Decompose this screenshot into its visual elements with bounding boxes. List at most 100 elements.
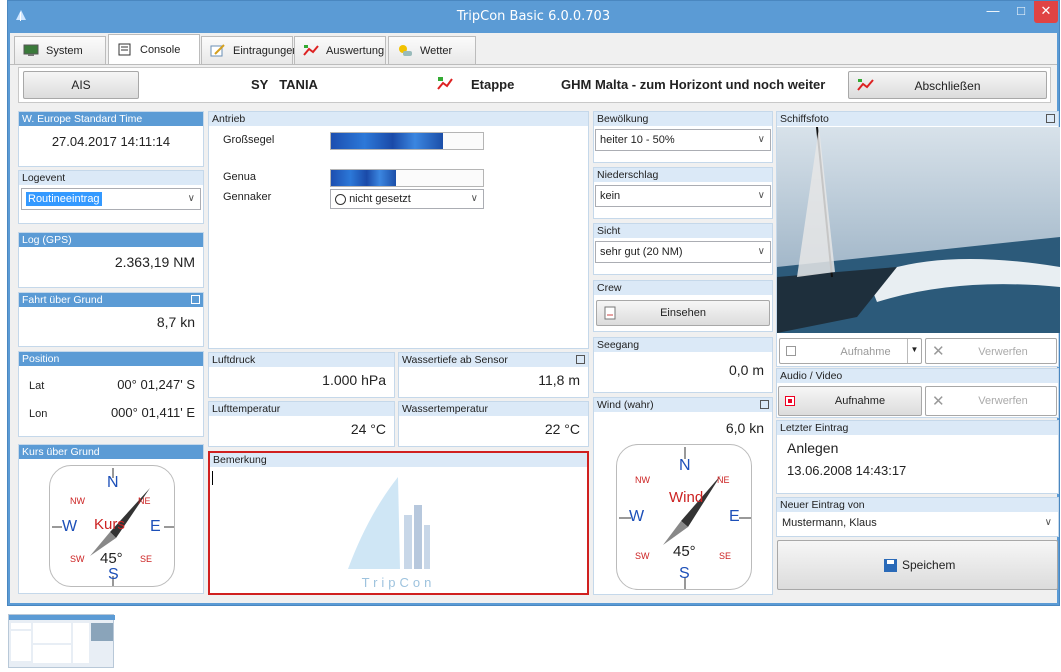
chevron-down-icon: ∨	[757, 190, 765, 201]
logevent-panel: Logevent Routineeintrag ∨	[18, 170, 204, 224]
av-verwerfen-button[interactable]: ✕ Verwerfen	[925, 386, 1057, 416]
wassertiefe-value: 11,8 m	[538, 372, 580, 388]
chevron-down-icon: ∨	[470, 193, 478, 204]
compass-e: E	[150, 518, 161, 535]
window-title: TripCon Basic 6.0.0.703	[456, 9, 611, 24]
tab-label: Eintragungen	[233, 44, 299, 57]
pin-icon[interactable]	[1046, 114, 1055, 123]
bemerkung-header: Bemerkung	[210, 453, 587, 467]
wind-panel: Wind (wahr) 6,0 kn N S W E NW NE SW SE W…	[593, 397, 773, 595]
pin-icon[interactable]	[191, 295, 200, 304]
crew-header: Crew	[594, 281, 772, 295]
schiffsfoto-title: Schiffsfoto	[780, 113, 829, 125]
monitor-icon	[23, 44, 39, 57]
wassertiefe-header: Wassertiefe ab Sensor	[399, 353, 588, 367]
compass-degrees: 45°	[100, 550, 123, 567]
app-window: TripCon Basic 6.0.0.703 — □ ✕ System Con…	[7, 0, 1060, 606]
schiffsfoto-panel: Schiffsfoto Aufnahme ▼ ✕ Verwerfen	[776, 111, 1060, 367]
gennaker-select[interactable]: nicht gesetzt ∨	[330, 189, 484, 209]
grosssegel-label: Großsegel	[223, 134, 275, 146]
compass-w: W	[62, 518, 78, 535]
weather-icon	[397, 44, 413, 57]
tab-wetter[interactable]: Wetter	[388, 36, 476, 64]
speichern-button[interactable]: Speichem	[777, 540, 1058, 590]
speichern-label: Speichem	[902, 558, 956, 572]
compass-sw: SW	[70, 554, 85, 564]
compass-e: E	[729, 508, 740, 525]
audio-video-header: Audio / Video	[777, 369, 1058, 383]
compass-center-label: Wind	[669, 489, 704, 506]
fahrt-header: Fahrt über Grund	[19, 293, 203, 307]
watermark-text: TripCon	[361, 575, 436, 590]
tab-label: Console	[140, 43, 181, 56]
compass-se: SE	[719, 551, 732, 561]
pin-icon[interactable]	[760, 400, 769, 409]
logevent-value: Routineeintrag	[26, 192, 102, 206]
tab-auswertung[interactable]: Auswertung	[294, 36, 386, 64]
logevent-select[interactable]: Routineeintrag ∨	[21, 188, 201, 210]
bewoelkung-select[interactable]: heiter 10 - 50% ∨	[595, 129, 771, 151]
minimize-button[interactable]: —	[980, 1, 1006, 23]
foto-aufnahme-button[interactable]: Aufnahme ▼	[779, 338, 922, 364]
log-gps-panel: Log (GPS) 2.363,19 NM	[18, 232, 204, 288]
foto-verwerfen-button[interactable]: ✕ Verwerfen	[925, 338, 1057, 364]
av-verwerfen-label: Verwerfen	[978, 395, 1028, 407]
sicht-select[interactable]: sehr gut (20 NM) ∨	[595, 241, 771, 263]
einsehen-button[interactable]: Einsehen	[596, 300, 770, 326]
chart-flag-icon	[303, 44, 319, 57]
log-gps-header: Log (GPS)	[19, 233, 203, 247]
window-thumbnail[interactable]	[8, 614, 115, 668]
letzter-eintrag-panel: Letzter Eintrag Anlegen 13.06.2008 14:43…	[776, 420, 1059, 494]
close-icon: ✕	[932, 393, 945, 410]
tab-console[interactable]: Console	[108, 34, 200, 64]
tab-divider	[10, 64, 1057, 65]
time-panel-header: W. Europe Standard Time	[19, 112, 203, 126]
tab-label: System	[46, 44, 83, 57]
chevron-down-icon: ∨	[187, 193, 195, 204]
genua-fill	[331, 170, 397, 186]
etappe-name: GHM Malta - zum Horizont und noch weiter	[561, 77, 826, 92]
tab-eintragungen[interactable]: Eintragungen	[201, 36, 298, 64]
header-strip: AIS SY TANIA Etappe GHM Malta - zum Hori…	[18, 67, 1051, 103]
audio-video-panel: Audio / Video Aufnahme ✕ Verwerfen	[776, 368, 1059, 418]
wassertemp-value: 22 °C	[544, 421, 580, 437]
sicht-header: Sicht	[594, 224, 772, 238]
neuer-eintrag-select[interactable]: Mustermann, Klaus ∨	[778, 513, 1057, 535]
av-aufnahme-button[interactable]: Aufnahme	[778, 386, 922, 416]
genua-label: Genua	[223, 171, 257, 183]
compass-nw: NW	[635, 475, 650, 485]
compass-w: W	[629, 508, 645, 525]
dropdown-arrow-icon[interactable]: ▼	[907, 339, 921, 363]
ais-button[interactable]: AIS	[23, 71, 139, 99]
grosssegel-fill	[331, 133, 444, 149]
main-content: System Console Eintragungen Auswertung W…	[10, 33, 1060, 603]
lufttemp-panel: Lufttemperatur 24 °C	[208, 401, 395, 447]
tab-system[interactable]: System	[14, 36, 106, 64]
close-window-button[interactable]: ✕	[1034, 1, 1058, 23]
kurs-panel: Kurs über Grund N S W E NW NE SW SE Kurs…	[18, 444, 204, 594]
niederschlag-select[interactable]: kein ∨	[595, 185, 771, 207]
crew-panel: Crew Einsehen	[593, 280, 773, 332]
luftdruck-header: Luftdruck	[209, 353, 394, 367]
position-panel: Position Lat 00° 01,247' S Lon 000° 01,4…	[18, 351, 204, 437]
sicht-value: sehr gut (20 NM)	[600, 246, 683, 258]
etappe-icon	[437, 76, 453, 92]
title-bar: TripCon Basic 6.0.0.703 — □ ✕	[8, 1, 1059, 33]
pin-icon[interactable]	[576, 355, 585, 364]
chevron-down-icon: ∨	[757, 246, 765, 257]
grosssegel-bar[interactable]	[330, 132, 484, 150]
wind-value: 6,0 kn	[725, 420, 764, 436]
niederschlag-header: Niederschlag	[594, 168, 772, 182]
bemerkung-panel[interactable]: Bemerkung TripCon	[208, 451, 589, 595]
compass-s: S	[679, 565, 690, 582]
genua-bar[interactable]	[330, 169, 484, 187]
gennaker-value: nicht gesetzt	[349, 193, 411, 205]
book-icon	[117, 43, 133, 56]
abschliessen-button[interactable]: Abschließen	[848, 71, 1047, 99]
ship-photo	[777, 127, 1060, 333]
record-icon	[785, 396, 795, 406]
maximize-button[interactable]: □	[1008, 1, 1034, 23]
log-gps-value: 2.363,19 NM	[114, 254, 195, 270]
tab-label: Auswertung	[326, 44, 385, 57]
seegang-panel: Seegang 0,0 m	[593, 337, 773, 393]
